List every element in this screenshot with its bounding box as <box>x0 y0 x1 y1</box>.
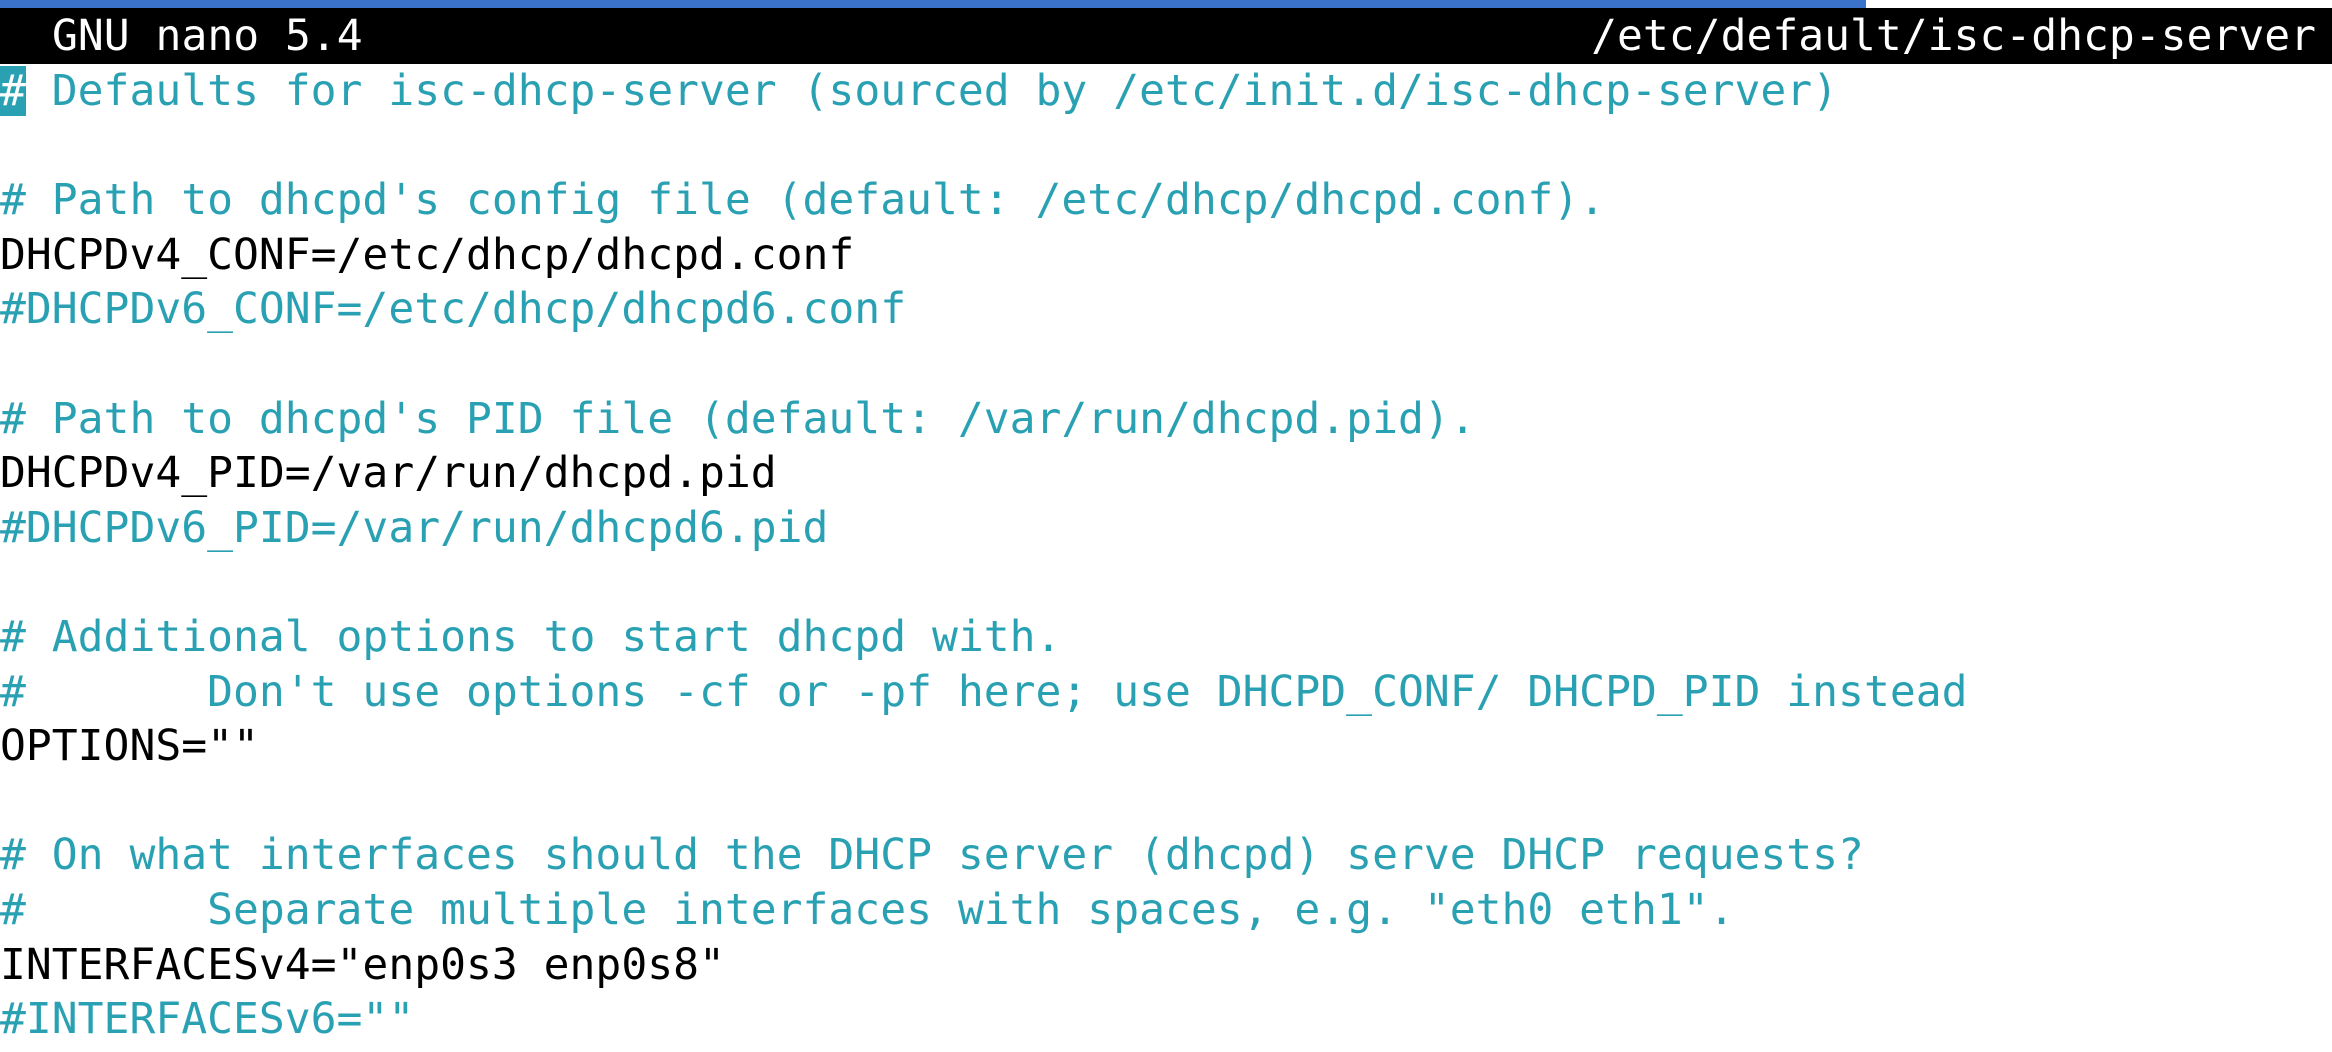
editor-line-text: # Path to dhcpd's PID file (default: /va… <box>0 393 1476 444</box>
editor-line[interactable]: # Don't use options -cf or -pf here; use… <box>0 665 2332 720</box>
text-cursor: # <box>0 66 26 116</box>
editor-line[interactable] <box>0 119 2332 174</box>
editor-line[interactable] <box>0 774 2332 829</box>
title-bar: GNU nano 5.4 /etc/default/isc-dhcp-serve… <box>0 8 2332 64</box>
editor-line-text: # Separate multiple interfaces with spac… <box>0 884 1735 935</box>
editor-line[interactable]: #DHCPDv6_CONF=/etc/dhcp/dhcpd6.conf <box>0 282 2332 337</box>
editor-line[interactable]: # Path to dhcpd's config file (default: … <box>0 173 2332 228</box>
editor-line-text: # On what interfaces should the DHCP ser… <box>0 830 1864 881</box>
window-accent-bar <box>0 0 1866 8</box>
app-name: GNU nano 5.4 <box>52 11 363 61</box>
editor-line-text: INTERFACESv4="enp0s3 enp0s8" <box>0 939 725 990</box>
editor-line-text: #DHCPDv6_CONF=/etc/dhcp/dhcpd6.conf <box>0 284 907 335</box>
editor-line[interactable]: #DHCPDv6_PID=/var/run/dhcpd6.pid <box>0 501 2332 556</box>
editor-line-text: # Path to dhcpd's config file (default: … <box>0 175 1606 226</box>
editor-area[interactable]: # Defaults for isc-dhcp-server (sourced … <box>0 64 2332 1052</box>
editor-line-text: #INTERFACESv6="" <box>0 994 415 1045</box>
editor-line[interactable]: #INTERFACESv6="" <box>0 992 2332 1047</box>
editor-line[interactable]: DHCPDv4_CONF=/etc/dhcp/dhcpd.conf <box>0 228 2332 283</box>
editor-line[interactable]: # Additional options to start dhcpd with… <box>0 610 2332 665</box>
editor-line-text: Defaults for isc-dhcp-server (sourced by… <box>25 66 1839 116</box>
editor-line-text: DHCPDv4_PID=/var/run/dhcpd.pid <box>0 448 777 499</box>
editor-line[interactable]: # Separate multiple interfaces with spac… <box>0 883 2332 938</box>
editor-line[interactable]: OPTIONS="" <box>0 719 2332 774</box>
editor-line-text: DHCPDv4_CONF=/etc/dhcp/dhcpd.conf <box>0 229 855 280</box>
editor-line[interactable] <box>0 555 2332 610</box>
editor-line-text: # Additional options to start dhcpd with… <box>0 611 1062 662</box>
editor-line-text: #DHCPDv6_PID=/var/run/dhcpd6.pid <box>0 502 829 553</box>
editor-line[interactable]: # Path to dhcpd's PID file (default: /va… <box>0 392 2332 447</box>
editor-line[interactable]: INTERFACESv4="enp0s3 enp0s8" <box>0 938 2332 993</box>
editor-line[interactable]: # Defaults for isc-dhcp-server (sourced … <box>0 64 2332 119</box>
editor-line-text: OPTIONS="" <box>0 721 259 772</box>
editor-line[interactable]: # On what interfaces should the DHCP ser… <box>0 828 2332 883</box>
file-path: /etc/default/isc-dhcp-server <box>1591 11 2316 61</box>
editor-line-text: # Don't use options -cf or -pf here; use… <box>0 666 1968 717</box>
editor-line[interactable]: DHCPDv4_PID=/var/run/dhcpd.pid <box>0 446 2332 501</box>
editor-line[interactable] <box>0 337 2332 392</box>
